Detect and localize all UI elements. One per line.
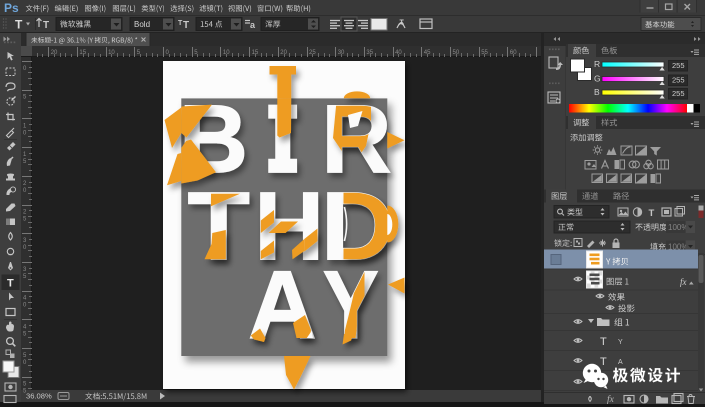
svg-text:G: G xyxy=(594,74,601,84)
svg-text:10: 10 xyxy=(108,50,115,56)
svg-text:fx: fx xyxy=(607,394,615,405)
svg-text:Bold: Bold xyxy=(134,20,150,29)
svg-text:15: 15 xyxy=(79,50,86,56)
svg-text:30: 30 xyxy=(338,50,345,56)
svg-text:255: 255 xyxy=(672,76,685,85)
svg-text:35: 35 xyxy=(366,50,373,56)
svg-text:36.08%: 36.08% xyxy=(26,392,52,401)
svg-text:25: 25 xyxy=(309,50,316,56)
svg-text:T: T xyxy=(649,208,655,219)
svg-text:20: 20 xyxy=(51,50,58,56)
svg-text:R: R xyxy=(594,59,600,69)
svg-text:T: T xyxy=(600,336,607,348)
svg-text:Y: Y xyxy=(618,339,623,346)
svg-text:255: 255 xyxy=(672,89,685,98)
svg-text:40: 40 xyxy=(395,50,402,56)
svg-text:T: T xyxy=(15,18,23,32)
svg-text:15: 15 xyxy=(252,50,259,56)
svg-text:Ps: Ps xyxy=(4,1,19,15)
svg-text:55: 55 xyxy=(481,50,488,56)
svg-text:T: T xyxy=(400,20,405,27)
svg-text:45: 45 xyxy=(424,50,431,56)
svg-text:50: 50 xyxy=(453,50,460,56)
svg-text:T: T xyxy=(183,20,189,31)
svg-text:A: A xyxy=(618,359,623,366)
svg-text:T: T xyxy=(43,20,49,31)
svg-text:255: 255 xyxy=(672,61,685,70)
svg-text:10: 10 xyxy=(223,50,230,56)
svg-text:T: T xyxy=(600,356,607,368)
svg-text:T: T xyxy=(7,278,14,290)
svg-text:60: 60 xyxy=(510,50,517,56)
svg-text:fx: fx xyxy=(680,277,687,287)
svg-text:B: B xyxy=(594,87,600,97)
svg-text:20: 20 xyxy=(280,50,287,56)
svg-text:100%: 100% xyxy=(668,223,688,232)
